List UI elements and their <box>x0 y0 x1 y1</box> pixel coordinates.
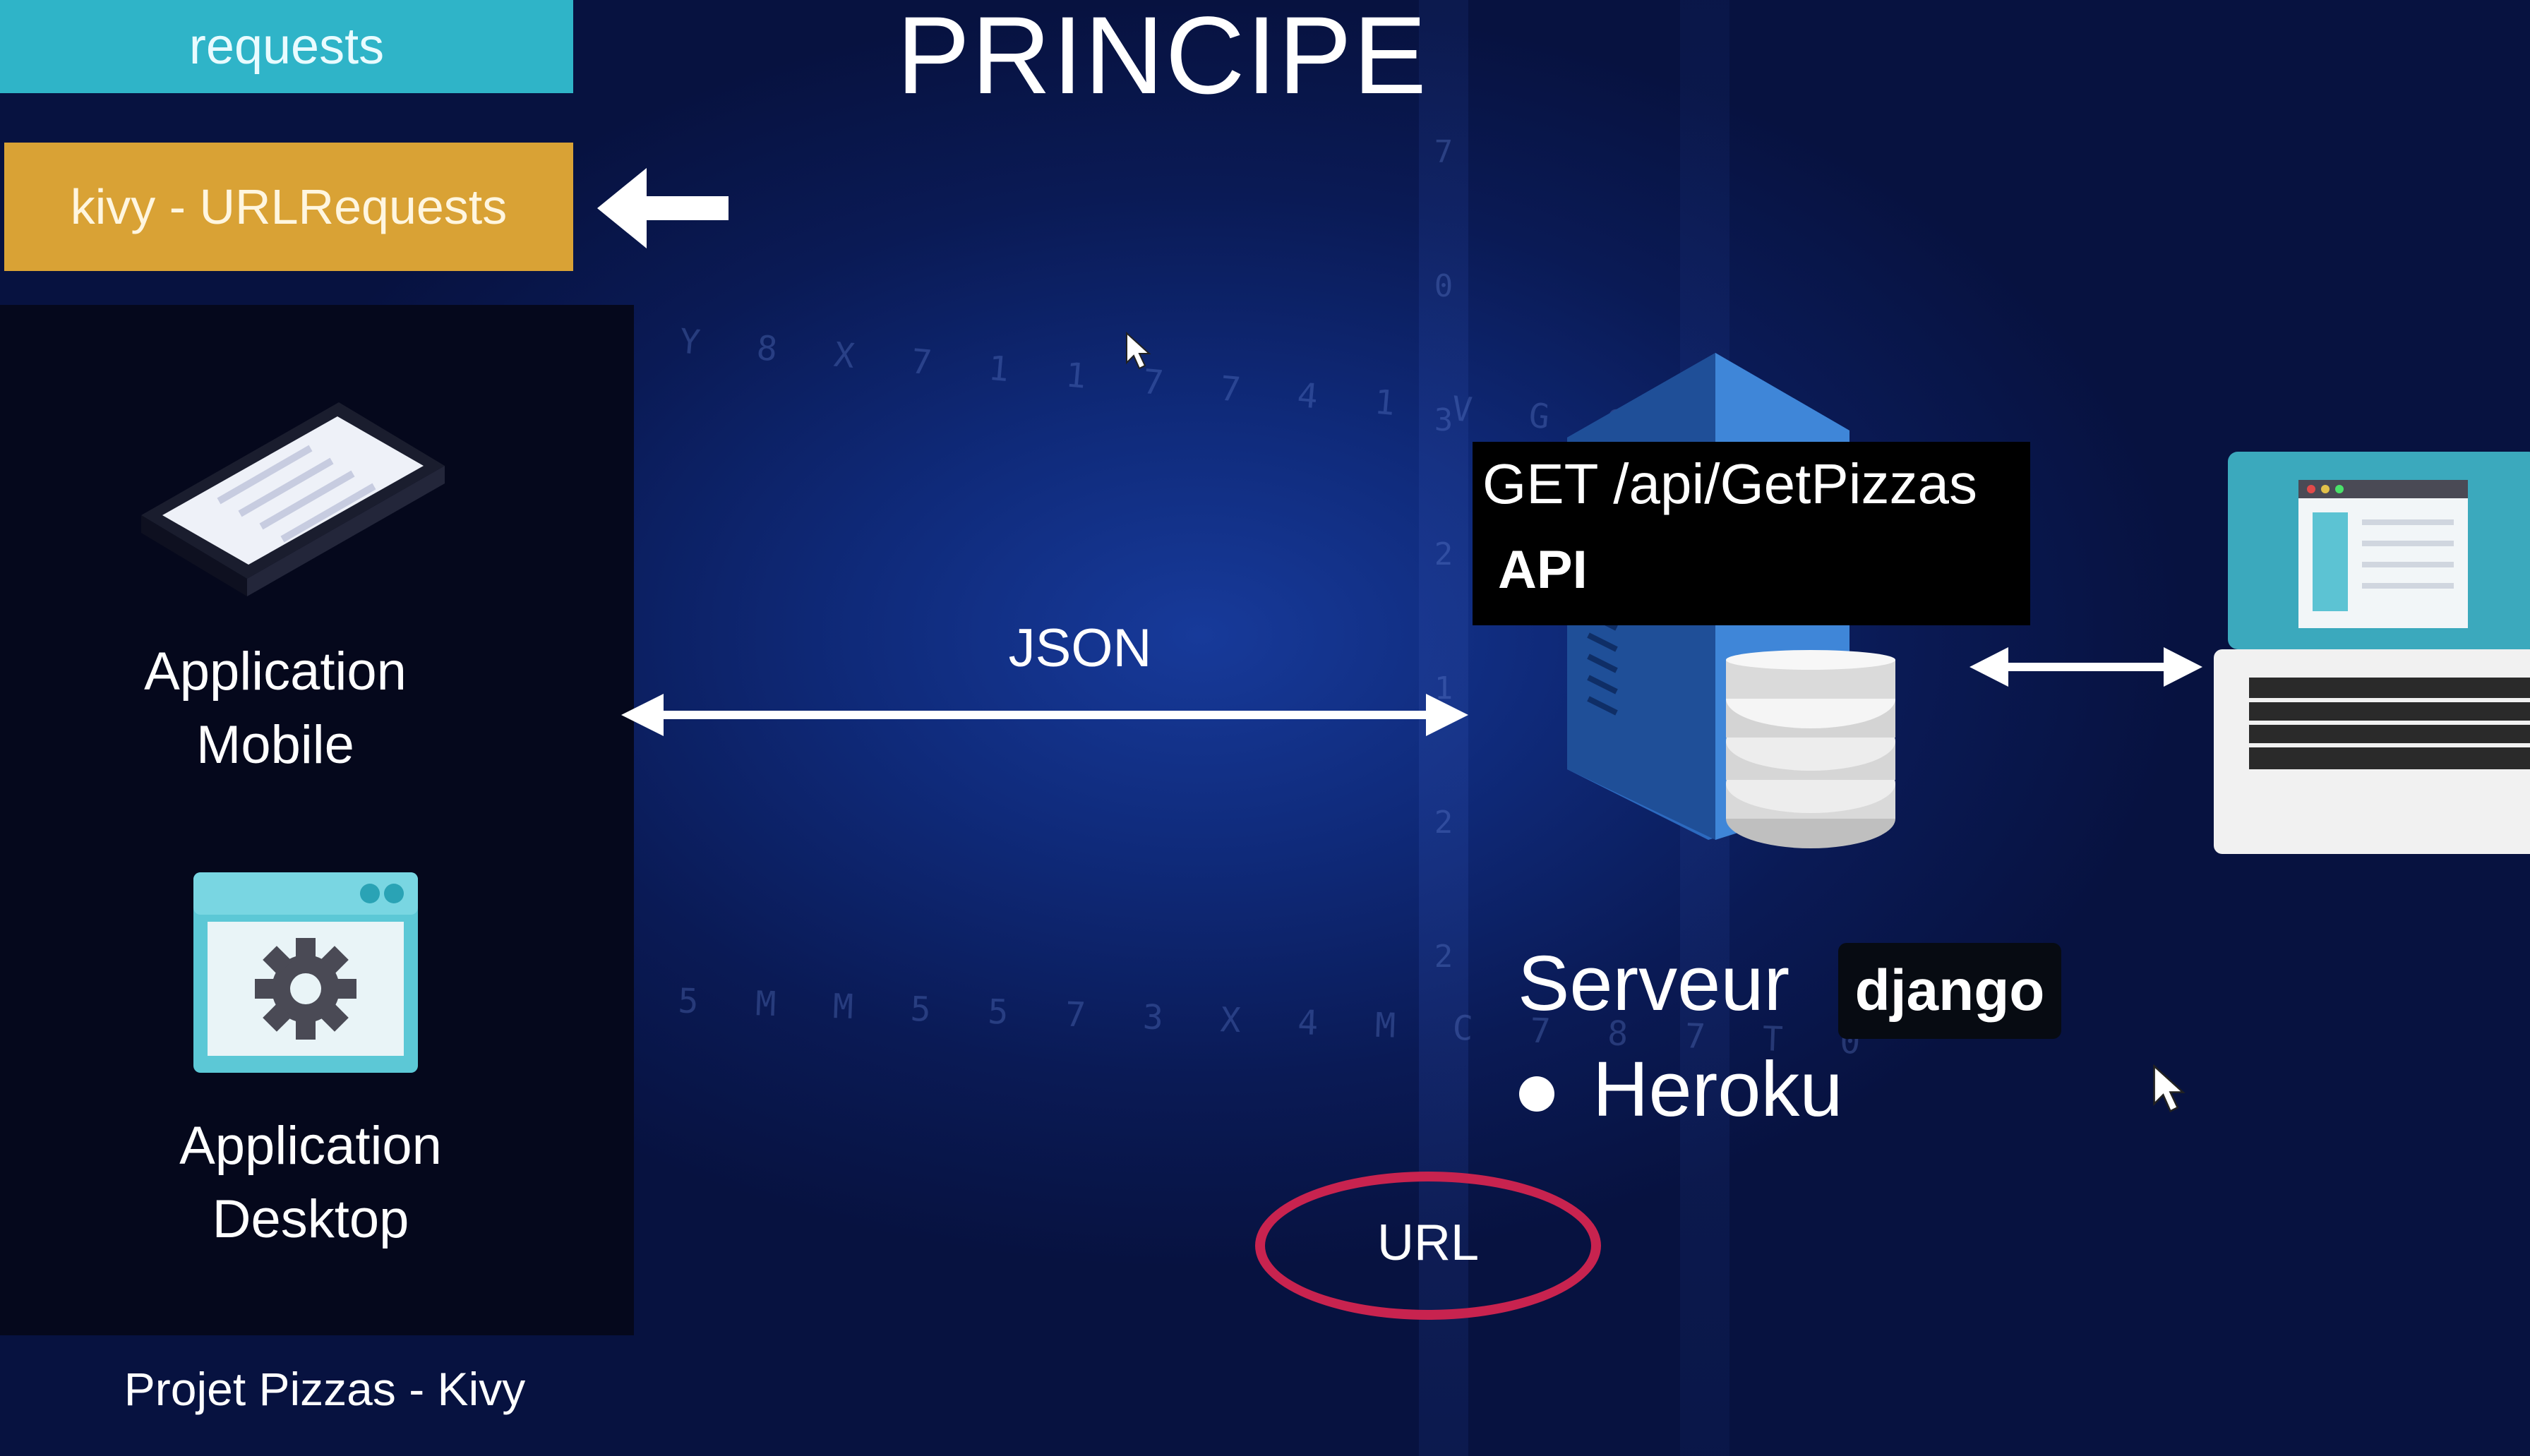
django-badge: django <box>1838 943 2061 1039</box>
json-double-arrow <box>621 694 1468 736</box>
url-label: URL <box>1377 1215 1480 1271</box>
mobile-app-label-line1: Application <box>144 642 407 702</box>
bullet-dot <box>1519 1076 1554 1112</box>
kivy-urlrequests-tag: kivy - URLRequests <box>4 143 573 271</box>
requests-tag: requests <box>0 0 573 93</box>
django-label: django <box>1854 958 2045 1023</box>
desktop-app-gear-window-icon <box>193 872 418 1073</box>
api-endpoint-text: GET /api/GetPizzas <box>1482 452 1978 515</box>
desktop-app-label: Application Desktop <box>141 1109 480 1256</box>
kivy-urlrequests-tag-label: kivy - URLRequests <box>70 179 508 234</box>
mobile-app-label-line2: Mobile <box>196 715 354 775</box>
background-digit: 2 <box>1434 536 1453 572</box>
smartphone-icon <box>141 402 445 596</box>
mouse-cursor-icon <box>1126 332 1151 370</box>
slide-footer: Projet Pizzas - Kivy <box>124 1363 526 1415</box>
desktop-app-label-line2: Desktop <box>212 1189 409 1249</box>
requests-tag-label: requests <box>188 18 385 75</box>
heroku-label: Heroku <box>1593 1046 1843 1133</box>
json-label: JSON <box>1008 618 1152 678</box>
desktop-app-label-line1: Application <box>179 1116 442 1176</box>
background-digit: 2 <box>1434 939 1453 975</box>
arrow-left-icon <box>597 168 729 248</box>
slide-title: PRINCIPE <box>897 0 1428 117</box>
api-label: API <box>1498 540 1588 600</box>
mouse-cursor-icon <box>2153 1064 2186 1113</box>
mobile-app-label: Application Mobile <box>106 635 445 782</box>
background-digit: 7 <box>1434 134 1453 170</box>
laptop-icon <box>2214 452 2530 854</box>
background-digit: 0 <box>1434 268 1453 304</box>
server-label: Serveur <box>1518 940 1790 1027</box>
server-laptop-double-arrow <box>1970 647 2202 687</box>
database-icon <box>1726 650 1895 848</box>
background-digit: 3 <box>1434 402 1453 438</box>
background-digit: 2 <box>1434 805 1453 841</box>
